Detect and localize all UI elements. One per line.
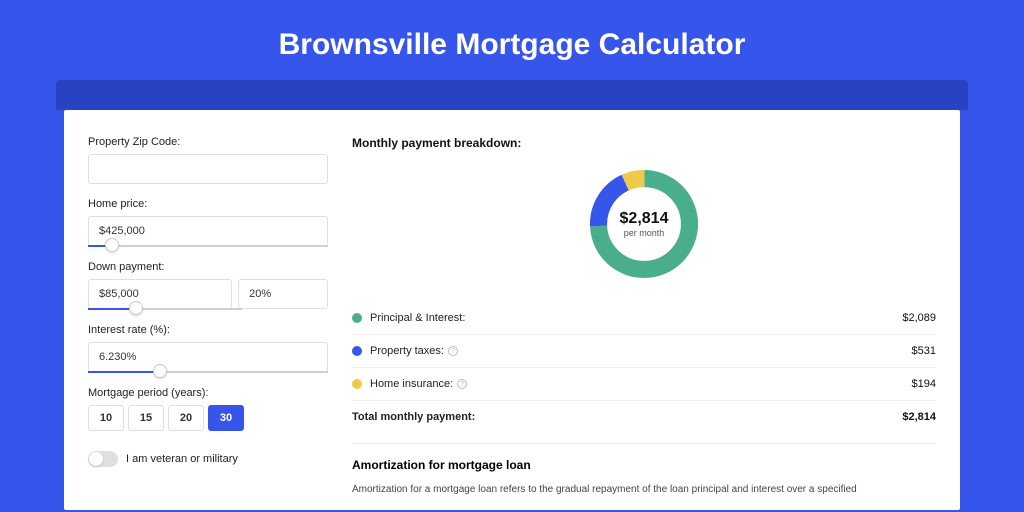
down-payment-field: Down payment: xyxy=(88,261,328,310)
dot-taxes xyxy=(352,346,362,356)
veteran-toggle[interactable] xyxy=(88,451,118,467)
down-payment-label: Down payment: xyxy=(88,261,328,273)
breakdown-title: Monthly payment breakdown: xyxy=(352,136,936,150)
home-price-field: Home price: xyxy=(88,198,328,247)
home-price-slider[interactable] xyxy=(88,245,328,247)
down-payment-input[interactable] xyxy=(88,279,232,309)
home-price-label: Home price: xyxy=(88,198,328,210)
interest-slider-fill xyxy=(88,371,160,373)
period-btn-15[interactable]: 15 xyxy=(128,405,164,431)
down-payment-slider[interactable] xyxy=(88,308,242,310)
breakdown-row-taxes: Property taxes: ? $531 xyxy=(352,334,936,367)
down-payment-slider-thumb[interactable] xyxy=(129,301,143,315)
period-btn-30[interactable]: 30 xyxy=(208,405,244,431)
period-btn-10[interactable]: 10 xyxy=(88,405,124,431)
header-accent-bar xyxy=(56,80,968,110)
donut-center: $2,814 per month xyxy=(584,164,704,284)
period-btn-20[interactable]: 20 xyxy=(168,405,204,431)
zip-input[interactable] xyxy=(88,154,328,184)
amortization-title: Amortization for mortgage loan xyxy=(352,458,936,472)
dot-insurance xyxy=(352,379,362,389)
period-field: Mortgage period (years): 10 15 20 30 xyxy=(88,387,328,431)
breakdown-value-insurance: $194 xyxy=(912,378,936,390)
down-payment-pct-input[interactable] xyxy=(238,279,328,309)
breakdown-label-insurance: Home insurance: ? xyxy=(370,378,912,390)
veteran-toggle-knob xyxy=(89,452,103,466)
info-icon[interactable]: ? xyxy=(448,346,458,356)
amortization-section: Amortization for mortgage loan Amortizat… xyxy=(352,443,936,497)
interest-field: Interest rate (%): xyxy=(88,324,328,373)
breakdown-label-principal: Principal & Interest: xyxy=(370,312,902,324)
breakdown-value-total: $2,814 xyxy=(902,411,936,423)
breakdown-row-total: Total monthly payment: $2,814 xyxy=(352,400,936,433)
veteran-row: I am veteran or military xyxy=(88,451,328,467)
page-title: Brownsville Mortgage Calculator xyxy=(0,0,1024,80)
form-column: Property Zip Code: Home price: Down paym… xyxy=(88,136,328,510)
info-icon[interactable]: ? xyxy=(457,379,467,389)
breakdown-value-principal: $2,089 xyxy=(902,312,936,324)
zip-field: Property Zip Code: xyxy=(88,136,328,184)
period-buttons: 10 15 20 30 xyxy=(88,405,328,431)
donut-wrap: $2,814 per month xyxy=(352,164,936,284)
breakdown-row-principal: Principal & Interest: $2,089 xyxy=(352,302,936,334)
home-price-input[interactable] xyxy=(88,216,328,246)
home-price-slider-thumb[interactable] xyxy=(105,238,119,252)
donut-sub: per month xyxy=(624,228,665,238)
dot-principal xyxy=(352,313,362,323)
payment-donut-chart: $2,814 per month xyxy=(584,164,704,284)
interest-input[interactable] xyxy=(88,342,328,372)
interest-slider[interactable] xyxy=(88,371,328,373)
breakdown-row-insurance: Home insurance: ? $194 xyxy=(352,367,936,400)
amortization-text: Amortization for a mortgage loan refers … xyxy=(352,482,936,497)
breakdown-value-taxes: $531 xyxy=(912,345,936,357)
donut-amount: $2,814 xyxy=(620,210,669,228)
zip-label: Property Zip Code: xyxy=(88,136,328,148)
interest-label: Interest rate (%): xyxy=(88,324,328,336)
breakdown-column: Monthly payment breakdown: $2,814 per mo… xyxy=(352,136,936,510)
breakdown-label-total: Total monthly payment: xyxy=(352,411,902,423)
period-label: Mortgage period (years): xyxy=(88,387,328,399)
calculator-card: Property Zip Code: Home price: Down paym… xyxy=(64,110,960,510)
interest-slider-thumb[interactable] xyxy=(153,364,167,378)
breakdown-label-taxes: Property taxes: ? xyxy=(370,345,912,357)
veteran-label: I am veteran or military xyxy=(126,453,238,465)
